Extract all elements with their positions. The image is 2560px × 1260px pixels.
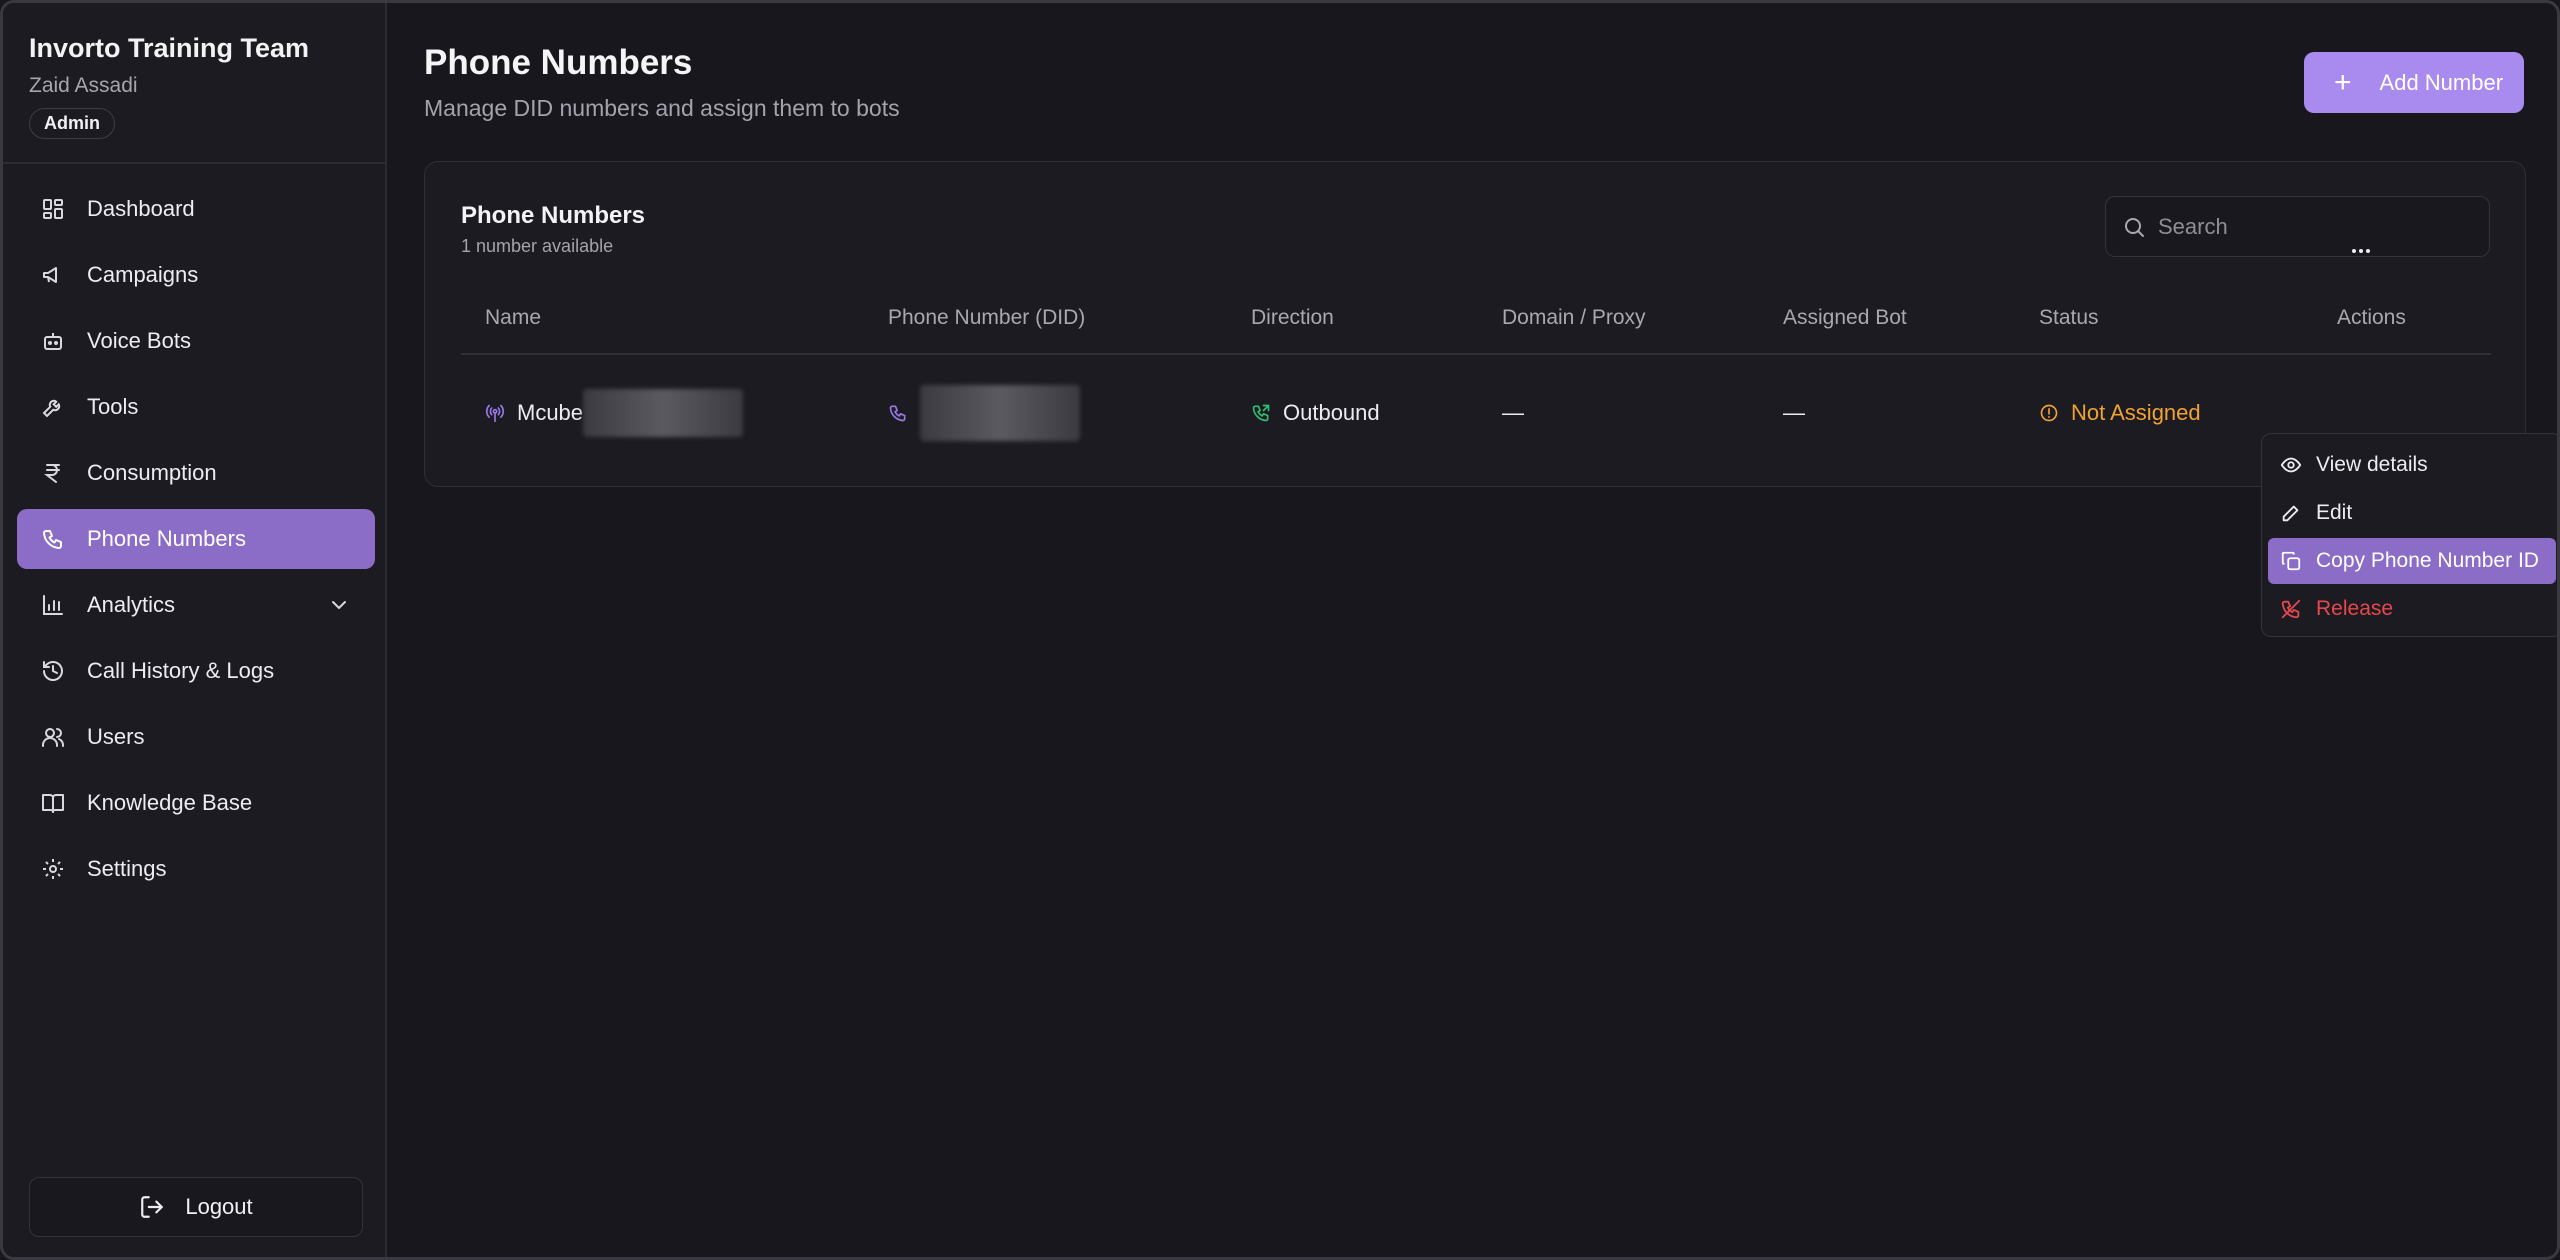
menu-item-label: Release [2316, 597, 2394, 620]
pencil-icon [2282, 505, 2299, 522]
chevron-down-icon[interactable] [327, 593, 351, 617]
sidebar-item-label: Knowledge Base [87, 790, 253, 815]
sidebar-item-campaigns[interactable]: Campaigns [17, 245, 375, 305]
org-header: Invorto Training Team Zaid Assadi Admin [29, 33, 309, 139]
rupee-icon [41, 461, 65, 485]
menu-item-view-details[interactable]: View details [2268, 442, 2556, 488]
sidebar-nav: Dashboard Campaigns Voice Bots Tools Con… [17, 179, 375, 905]
column-header-domain[interactable]: Domain / Proxy [1502, 306, 1646, 330]
status-badge: Not Assigned [2071, 400, 2201, 425]
plus-icon: + [2334, 65, 2352, 99]
logout-icon [141, 1196, 164, 1218]
cell-direction: Outbound [1251, 388, 1380, 438]
add-number-label: Add Number [2379, 69, 2504, 95]
phone-numbers-card: Phone Numbers 1 number available Name Ph… [424, 161, 2526, 487]
bot-icon [41, 329, 65, 353]
search-box[interactable] [2105, 196, 2490, 257]
search-icon [2125, 217, 2144, 237]
direction-value: Outbound [1283, 400, 1380, 425]
bar-chart-icon [41, 593, 65, 617]
redacted-phone-number [920, 385, 1080, 441]
cell-phone [888, 385, 1080, 441]
column-header-name[interactable]: Name [485, 306, 541, 330]
cell-domain: — [1502, 400, 1524, 425]
column-header-status[interactable]: Status [2039, 306, 2099, 330]
column-header-bot[interactable]: Assigned Bot [1783, 306, 1907, 330]
sidebar-item-knowledge-base[interactable]: Knowledge Base [17, 773, 375, 833]
column-header-actions: Actions [2337, 306, 2406, 329]
sidebar-item-label: Call History & Logs [87, 658, 275, 683]
table-header-divider [461, 353, 2491, 355]
sidebar-item-analytics[interactable]: Analytics [17, 575, 375, 635]
sidebar-item-label: Tools [87, 394, 139, 419]
sidebar-item-label: Users [87, 724, 145, 749]
history-icon [41, 659, 65, 683]
row-actions-button[interactable] [2339, 229, 2383, 273]
menu-item-label: Edit [2316, 501, 2353, 524]
sidebar: Invorto Training Team Zaid Assadi Admin … [3, 3, 387, 1257]
sidebar-item-label: Consumption [87, 460, 217, 485]
redacted-name [583, 389, 744, 437]
row-actions-menu: View details Edit Copy Phone Number ID R… [2261, 433, 2557, 637]
menu-item-label: View details [2316, 453, 2428, 476]
menu-item-release[interactable]: Release [2268, 586, 2556, 632]
phone-off-icon [2281, 599, 2301, 619]
sidebar-item-label: Analytics [87, 592, 176, 617]
column-header-phone[interactable]: Phone Number (DID) [888, 306, 1085, 330]
logout-label: Logout [185, 1194, 253, 1219]
sidebar-divider [3, 162, 385, 164]
book-icon [41, 791, 65, 815]
cell-status: Not Assigned [2039, 388, 2201, 438]
sidebar-item-phone-numbers[interactable]: Phone Numbers [17, 509, 375, 569]
cell-assigned-bot: — [1783, 400, 1805, 425]
sidebar-item-label: Phone Numbers [87, 526, 246, 551]
sidebar-item-voice-bots[interactable]: Voice Bots [17, 311, 375, 371]
wrench-icon [41, 395, 65, 419]
eye-icon [2280, 457, 2302, 473]
sidebar-item-dashboard[interactable]: Dashboard [17, 179, 375, 239]
add-number-button[interactable]: + Add Number [2304, 52, 2524, 113]
logout-button[interactable]: Logout [29, 1177, 363, 1237]
gear-icon [41, 857, 65, 881]
app-window: Invorto Training Team Zaid Assadi Admin … [0, 0, 2560, 1260]
number-name: Mcube [517, 400, 584, 425]
antenna-icon [485, 404, 505, 423]
sidebar-item-label: Settings [87, 856, 167, 881]
sidebar-item-label: Voice Bots [87, 328, 191, 353]
menu-item-copy-id[interactable]: Copy Phone Number ID [2268, 538, 2556, 584]
phone-icon [889, 405, 906, 422]
dashboard-icon [41, 197, 65, 221]
more-horizontal-icon [2352, 249, 2370, 253]
sidebar-item-tools[interactable]: Tools [17, 377, 375, 437]
cell-name: Mcube [485, 388, 744, 438]
page-subtitle: Manage DID numbers and assign them to bo… [424, 95, 900, 121]
menu-item-edit[interactable]: Edit [2268, 490, 2556, 536]
phone-outgoing-icon [1252, 404, 1270, 422]
copy-icon [2281, 551, 2301, 571]
page-title: Phone Numbers [424, 43, 693, 82]
card-subtitle: 1 number available [461, 236, 614, 256]
sidebar-item-settings[interactable]: Settings [17, 839, 375, 899]
users-icon [41, 725, 65, 749]
sidebar-item-label: Campaigns [87, 262, 199, 287]
column-header-direction[interactable]: Direction [1251, 306, 1334, 330]
sidebar-item-users[interactable]: Users [17, 707, 375, 767]
org-name: Invorto Training Team [29, 33, 310, 63]
sidebar-item-consumption[interactable]: Consumption [17, 443, 375, 503]
sidebar-item-call-history[interactable]: Call History & Logs [17, 641, 375, 701]
alert-circle-icon [2040, 404, 2058, 422]
role-badge: Admin [29, 108, 115, 139]
user-name: Zaid Assadi [29, 74, 138, 97]
megaphone-icon [41, 263, 65, 287]
card-title: Phone Numbers [461, 202, 646, 229]
menu-item-label: Copy Phone Number ID [2316, 549, 2539, 572]
sidebar-item-label: Dashboard [87, 196, 195, 221]
phone-icon [41, 527, 65, 551]
search-input[interactable] [2158, 213, 2478, 240]
